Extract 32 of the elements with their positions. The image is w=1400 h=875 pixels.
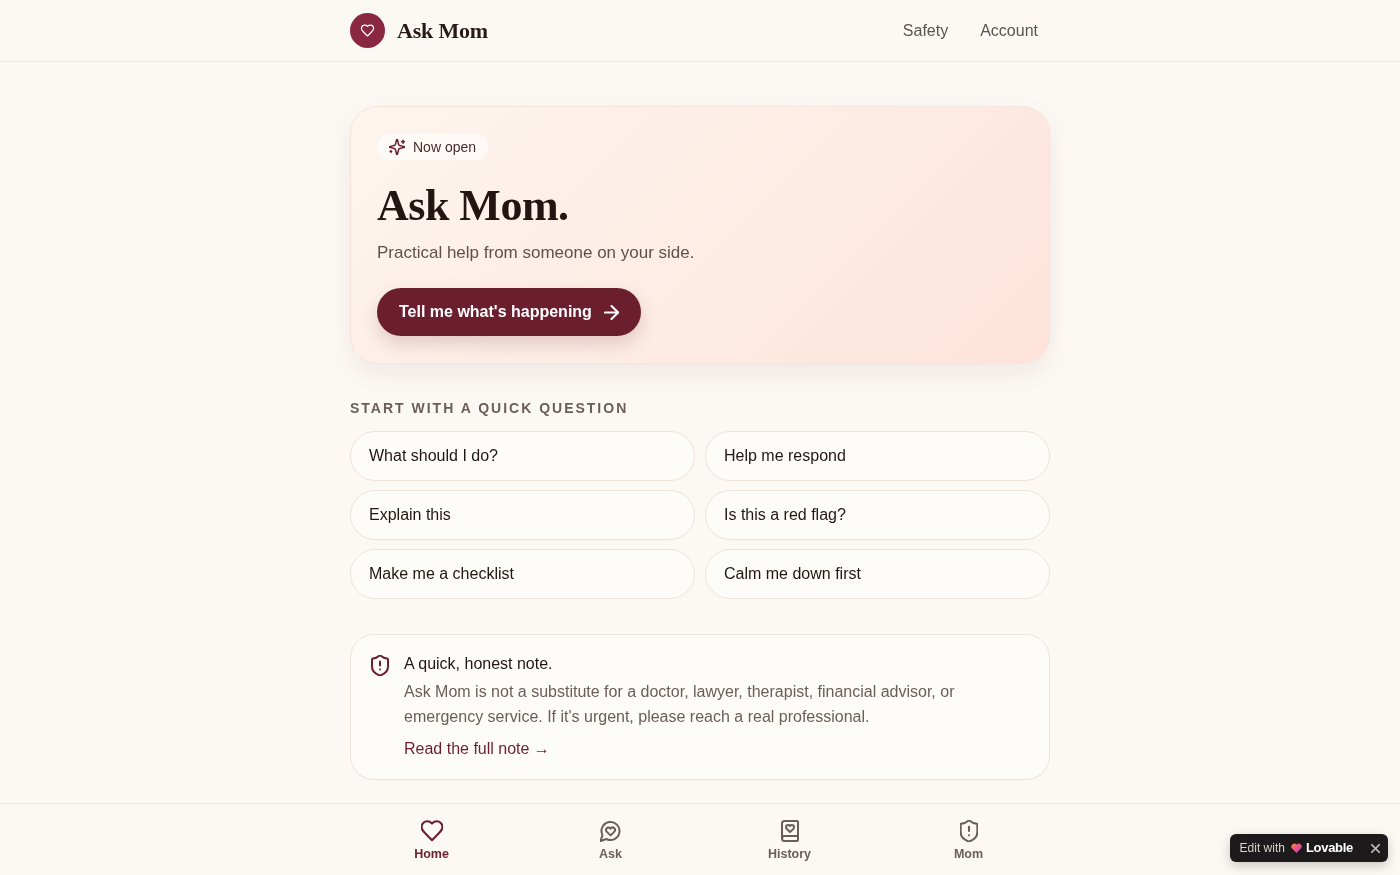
book-heart-icon	[780, 820, 799, 842]
quick-question-button[interactable]: Help me respond	[705, 431, 1050, 481]
read-more-link[interactable]: Read the full note →	[404, 737, 550, 761]
heart-icon	[420, 820, 443, 842]
nav-tab[interactable]: Mom	[879, 804, 1058, 875]
quick-question-button[interactable]: Is this a red flag?	[705, 490, 1050, 540]
quick-question-button[interactable]: What should I do?	[350, 431, 695, 481]
nav-tab[interactable]: Ask	[521, 804, 700, 875]
quick-question-button[interactable]: Make me a checklist	[350, 549, 695, 599]
chat-heart-icon	[600, 820, 621, 842]
shield-alert-icon	[371, 655, 389, 676]
nav-tab[interactable]: History	[700, 804, 879, 875]
edit-badge-text: Edit with	[1239, 840, 1285, 857]
nav-tab[interactable]: Home	[342, 804, 521, 875]
primary-button[interactable]: Tell me what's happening	[377, 288, 641, 336]
close-icon[interactable]	[1371, 843, 1380, 853]
section-heading: START WITH A QUICK QUESTION	[350, 400, 630, 416]
quick-question-button[interactable]: Calm me down first	[705, 549, 1050, 599]
badge-text: Now open	[413, 138, 477, 156]
brand-name: Ask Mom	[397, 17, 488, 45]
nav-link[interactable]: Account	[968, 14, 1050, 47]
arrow-right-icon	[603, 304, 619, 320]
nav-link[interactable]: Safety	[890, 14, 961, 47]
brand-name: Lovable	[1305, 839, 1353, 858]
note-title: A quick, honest note.	[404, 654, 554, 674]
shield-alert-icon	[959, 820, 978, 842]
note-text: Ask Mom is not a substitute for a doctor, lawyer, therapist, financial advisor, or emergency service. If it's urgent, please reach a real professional.	[404, 682, 956, 727]
logo-icon	[1290, 843, 1302, 853]
hero-subtitle: Practical help from someone on your side.	[377, 242, 696, 264]
hero-title: Ask Mom.	[377, 181, 570, 231]
sparkle-icon	[389, 139, 405, 155]
quick-question-button[interactable]: Explain this	[350, 490, 695, 540]
